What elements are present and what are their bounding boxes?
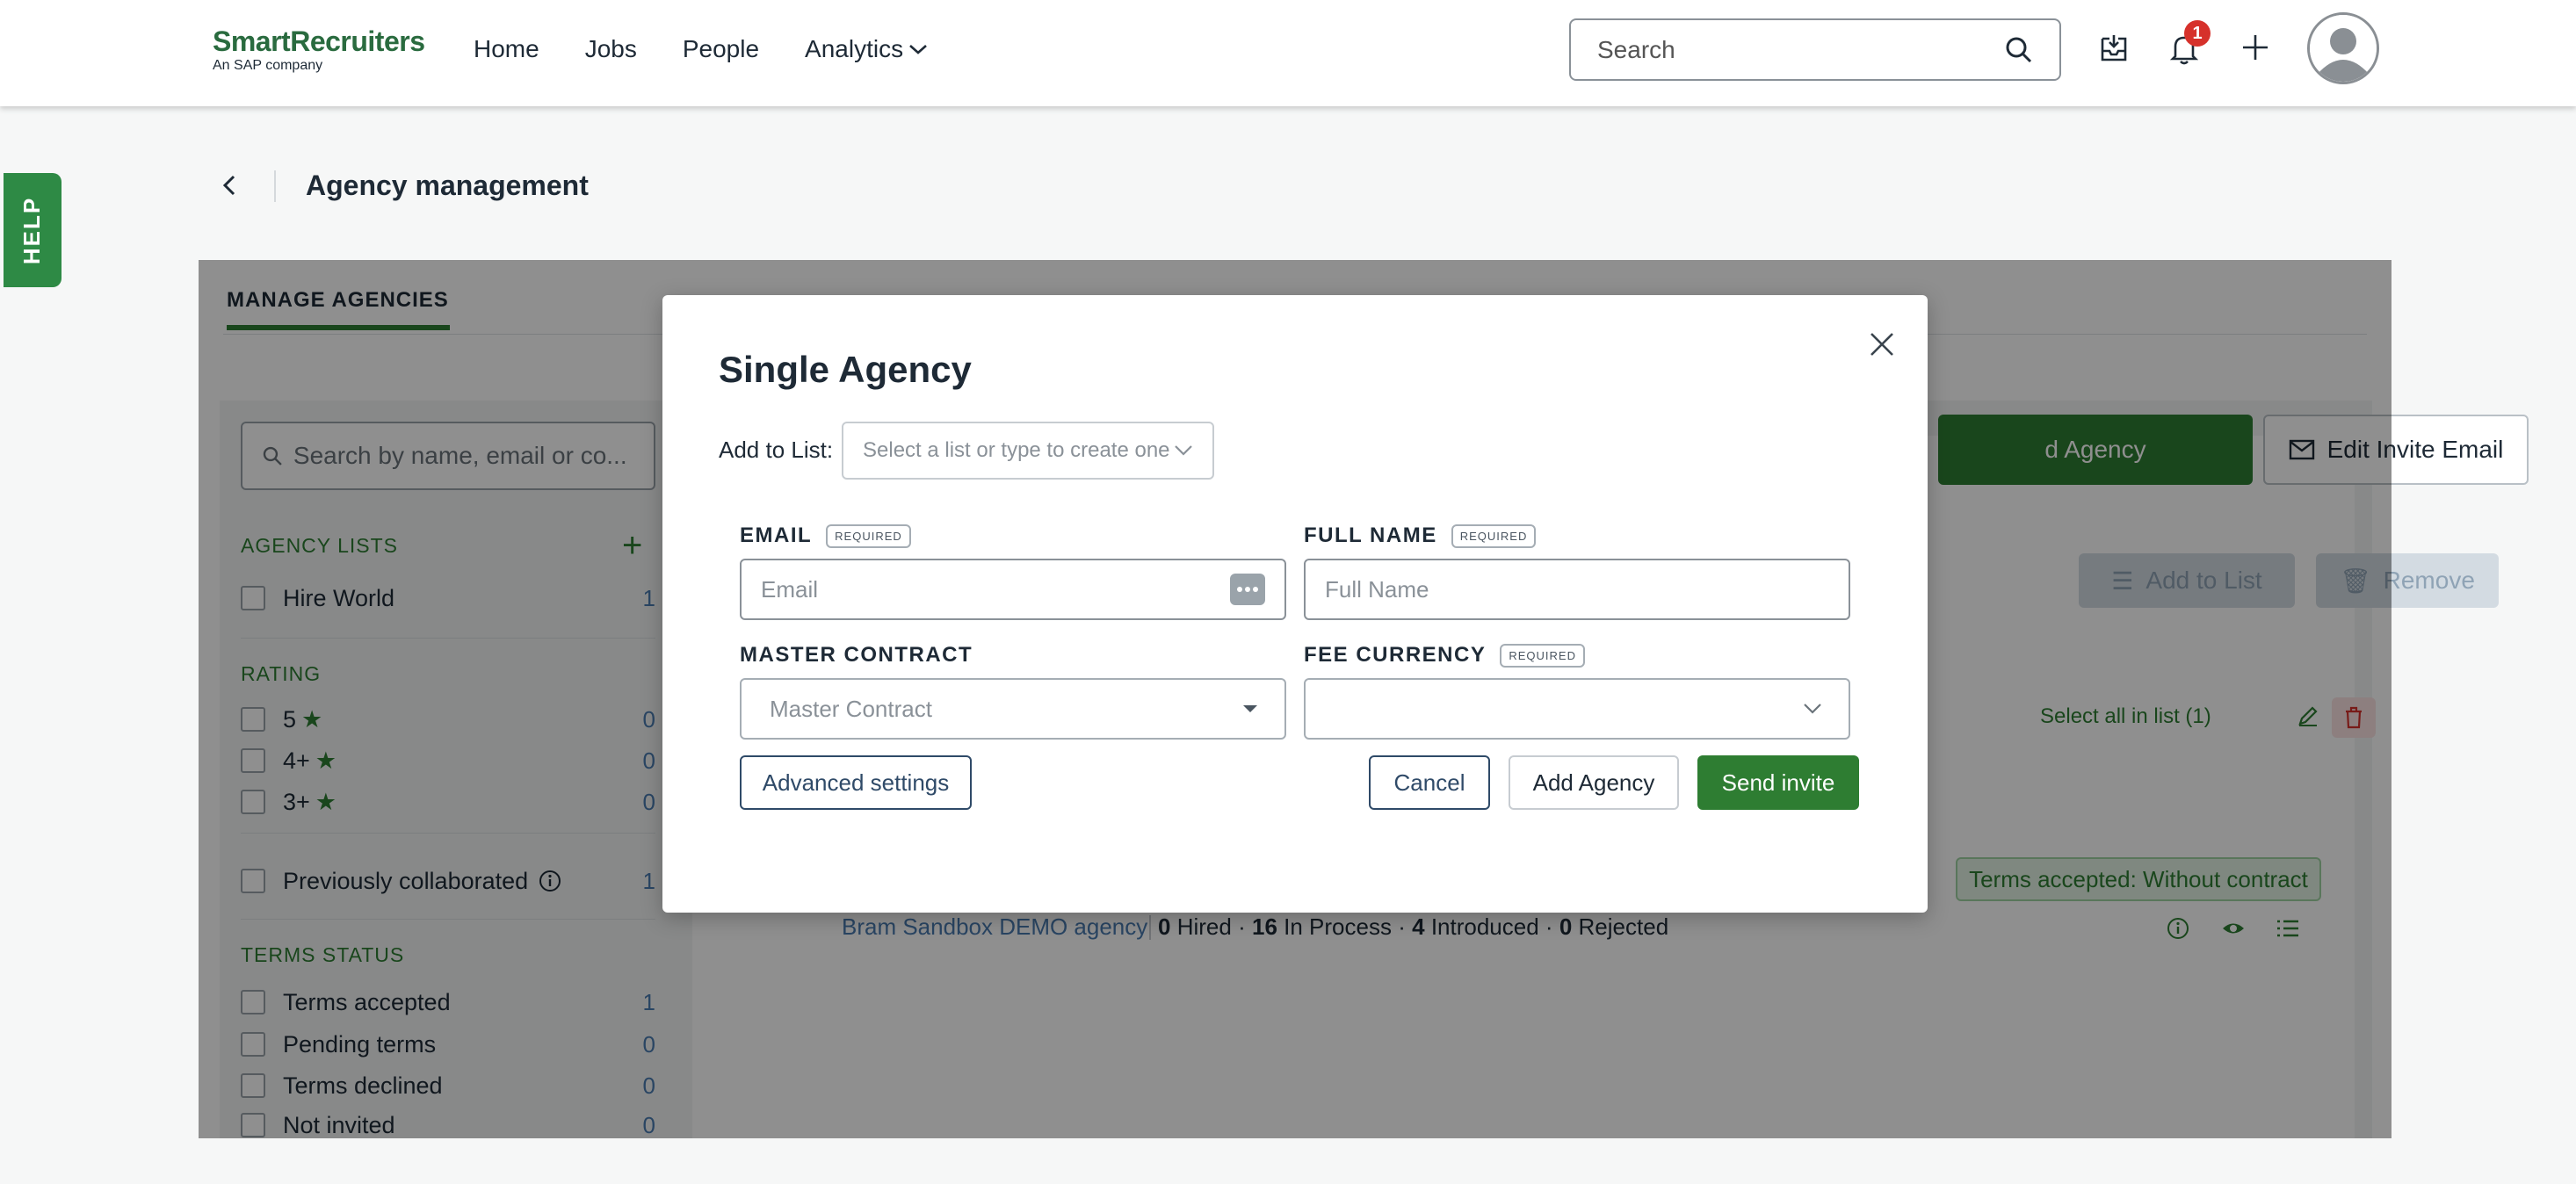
nav-analytics[interactable]: Analytics: [805, 32, 928, 67]
fullname-input[interactable]: [1325, 575, 1829, 603]
fee-currency-label-text: FEE CURRENCY: [1304, 643, 1487, 667]
user-avatar[interactable]: [2307, 12, 2379, 84]
chevron-down-icon: [1175, 445, 1192, 456]
title-separator: [274, 170, 276, 202]
nav-people[interactable]: People: [683, 32, 759, 67]
inbox-icon[interactable]: [2100, 33, 2128, 63]
search-icon[interactable]: [2005, 36, 2033, 64]
chevron-down-icon: [1804, 704, 1821, 714]
add-agency-modal-button[interactable]: Add Agency: [1509, 755, 1679, 810]
email-field-label: EMAIL REQUIRED: [740, 523, 911, 548]
list-select-placeholder: Select a list or type to create one: [863, 438, 1170, 462]
fullname-label-text: FULL NAME: [1304, 523, 1437, 547]
fullname-field-label: FULL NAME REQUIRED: [1304, 523, 1537, 548]
top-navigation-bar: SmartRecruiters An SAP company Home Jobs…: [0, 0, 2576, 106]
fee-currency-select[interactable]: [1304, 678, 1850, 740]
notification-badge: 1: [2184, 20, 2211, 47]
master-contract-label-text: MASTER CONTRACT: [740, 643, 973, 667]
global-search-input[interactable]: [1597, 35, 1966, 64]
single-agency-modal: Single Agency Add to List: Select a list…: [662, 295, 1928, 913]
main-nav: Home Jobs People Analytics: [474, 32, 973, 67]
back-arrow-icon[interactable]: [220, 173, 242, 198]
master-contract-select[interactable]: Master Contract: [740, 678, 1286, 740]
more-dots-icon: [1237, 587, 1258, 592]
close-icon[interactable]: [1866, 328, 1898, 360]
chevron-down-icon: [909, 45, 927, 54]
required-tag: REQUIRED: [1451, 523, 1537, 548]
master-contract-placeholder: Master Contract: [770, 695, 932, 722]
smartrecruiters-logo[interactable]: SmartRecruiters An SAP company: [213, 26, 425, 74]
logo-subtext: An SAP company: [213, 58, 323, 73]
master-contract-field-label: MASTER CONTRACT: [740, 643, 973, 668]
nav-home[interactable]: Home: [474, 32, 539, 67]
user-avatar-icon: [2310, 15, 2377, 82]
modal-title: Single Agency: [719, 349, 972, 390]
global-search[interactable]: [1569, 18, 2061, 81]
email-field[interactable]: [740, 559, 1286, 620]
plus-icon[interactable]: [2241, 33, 2269, 61]
required-tag: REQUIRED: [826, 523, 911, 548]
fee-currency-field-label: FEE CURRENCY REQUIRED: [1304, 643, 1585, 668]
autofill-dots-icon[interactable]: [1230, 574, 1265, 605]
email-label-text: EMAIL: [740, 523, 813, 547]
caret-down-icon: [1243, 705, 1257, 712]
nav-analytics-label: Analytics: [805, 35, 904, 62]
add-to-list-label: Add to List:: [719, 437, 834, 463]
nav-jobs[interactable]: Jobs: [585, 32, 637, 67]
logo-text: SmartRecruiters: [213, 25, 425, 57]
help-label: HELP: [18, 196, 46, 264]
send-invite-button[interactable]: Send invite: [1697, 755, 1859, 810]
help-tab[interactable]: HELP: [4, 173, 62, 287]
cancel-button[interactable]: Cancel: [1369, 755, 1490, 810]
fullname-field[interactable]: [1304, 559, 1850, 620]
remove-label: Remove: [2383, 567, 2475, 594]
email-input[interactable]: [761, 575, 1230, 603]
page-title: Agency management: [306, 170, 589, 201]
advanced-settings-button[interactable]: Advanced settings: [740, 755, 972, 810]
list-select-dropdown[interactable]: Select a list or type to create one: [842, 422, 1214, 480]
required-tag: REQUIRED: [1500, 643, 1585, 668]
